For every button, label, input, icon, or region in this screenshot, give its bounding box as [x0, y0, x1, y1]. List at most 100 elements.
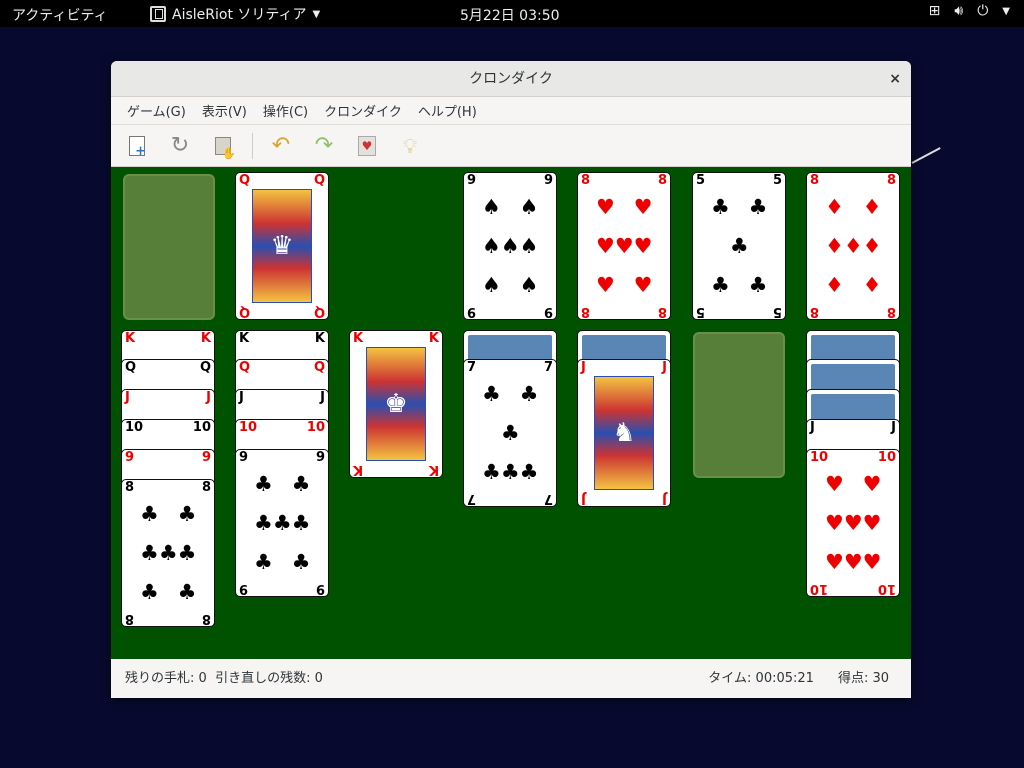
hint-button[interactable]: 💡︎: [396, 132, 424, 160]
stock-slot[interactable]: [123, 174, 215, 320]
card-rank: Q: [313, 304, 325, 319]
app-menu[interactable]: AisleRiot ソリティア ▼: [150, 4, 320, 24]
clock[interactable]: 5月22日 03:50: [460, 5, 560, 25]
card-rank: 5: [696, 173, 706, 188]
toolbar-separator: [252, 132, 253, 159]
undo-button[interactable]: ↶: [267, 132, 295, 160]
menu-game[interactable]: ゲーム(G): [119, 101, 194, 120]
card-rank: K: [428, 331, 439, 346]
chevron-down-icon: ▼: [1002, 5, 1010, 17]
card-rank: 10: [810, 581, 829, 596]
tableau-card-8-clubs[interactable]: 8 8 8 8 ♣ ♣ ♣ ♣ ♣ ♣ ♣: [121, 479, 215, 627]
card-rank: 8: [886, 173, 896, 188]
chevron-down-icon: ▼: [312, 8, 321, 20]
card-rank: 9: [467, 173, 477, 188]
card-rank: J: [581, 491, 586, 506]
score-status: タイム: 00:05:21 得点: 30: [708, 659, 889, 698]
card-pips: ♣ ♣ ♣ ♣ ♣: [711, 194, 768, 298]
select-game-button[interactable]: ♥: [353, 132, 381, 160]
undo-icon: ↶: [271, 133, 291, 158]
redo-button[interactable]: ↷: [310, 132, 338, 160]
toolbar: ↻ ↶ ↷ ♥ 💡︎: [111, 125, 911, 167]
card-rank: K: [125, 331, 136, 346]
network-icon: ⊞: [928, 3, 941, 19]
foundation-8-diamonds[interactable]: 8 8 8 8 ♦ ♦ ♦ ♦ ♦ ♦ ♦: [806, 172, 900, 320]
menu-klondike[interactable]: クロンダイク: [316, 101, 410, 120]
card-rank: 8: [810, 173, 820, 188]
card-rank: 9: [467, 304, 477, 319]
foundation-5-clubs[interactable]: 5 5 5 5 ♣ ♣ ♣ ♣ ♣: [692, 172, 786, 320]
tableau-card-king-diamonds[interactable]: K K K K ♚: [349, 330, 443, 478]
card-rank: J: [662, 360, 667, 375]
pointer-line: [911, 147, 941, 164]
card-pips: ♥ ♥ ♥ ♥ ♥ ♥ ♥: [596, 194, 653, 298]
menu-control[interactable]: 操作(C): [255, 101, 316, 120]
window-title: クロンダイク: [469, 71, 553, 87]
score: 得点: 30: [837, 671, 889, 686]
card-rank: 5: [696, 304, 706, 319]
card-rank: 10: [306, 420, 325, 435]
app-menu-label: AisleRiot ソリティア: [172, 7, 307, 23]
card-rank: K: [239, 331, 250, 346]
card-rank: K: [353, 462, 364, 477]
aisleriot-app-icon: [150, 6, 166, 22]
card-pips: ♣ ♣ ♣ ♣ ♣ ♣ ♣: [254, 471, 311, 575]
card-rank: J: [206, 390, 211, 405]
tableau-card-7-clubs[interactable]: 7 7 7 7 ♣ ♣ ♣ ♣ ♣ ♣: [463, 359, 557, 507]
card-rank: Q: [125, 360, 137, 375]
queen-face-art: ♛: [252, 189, 312, 303]
system-tray[interactable]: ⊞ 🔊︎ ⏻ ▼: [929, 3, 1010, 19]
foundation-8-hearts[interactable]: 8 8 8 8 ♥ ♥ ♥ ♥ ♥ ♥ ♥: [577, 172, 671, 320]
card-rank: J: [581, 360, 586, 375]
card-rank: Q: [239, 304, 251, 319]
card-rank: 9: [201, 450, 211, 465]
card-pips: ♣ ♣ ♣ ♣ ♣ ♣: [482, 381, 539, 485]
card-rank: 10: [192, 420, 211, 435]
tableau-card-jack-diamonds[interactable]: J J J J ♞: [577, 359, 671, 507]
new-game-button[interactable]: [123, 132, 151, 160]
redo-icon: ↷: [314, 133, 334, 158]
restart-icon: ↻: [170, 133, 190, 158]
stock-remaining: 残りの手札: 0: [125, 671, 207, 686]
activities-button[interactable]: アクティビティ: [12, 5, 108, 25]
tableau-card-10-hearts[interactable]: 10 10 10 10 ♥ ♥ ♥ ♥ ♥ ♥ ♥ ♥: [806, 449, 900, 597]
card-rank: 8: [125, 480, 135, 495]
card-rank: Q: [199, 360, 211, 375]
close-icon[interactable]: ×: [889, 61, 901, 97]
menu-help[interactable]: ヘルプ(H): [410, 101, 485, 120]
card-rank: J: [125, 390, 130, 405]
deal-button[interactable]: [209, 132, 237, 160]
gnome-top-bar: アクティビティ AisleRiot ソリティア ▼ 5月22日 03:50 ⊞ …: [0, 0, 1024, 27]
card-rank: K: [428, 462, 439, 477]
tableau-empty-slot[interactable]: [693, 332, 785, 478]
card-rank: 9: [315, 581, 325, 596]
card-rank: 8: [810, 304, 820, 319]
restart-button[interactable]: ↻: [166, 132, 194, 160]
card-rank: Q: [313, 360, 325, 375]
card-rank: 10: [877, 450, 896, 465]
waste-card-queen-hearts[interactable]: Q Q Q Q ♛: [235, 172, 329, 320]
card-rank: 10: [810, 450, 829, 465]
card-rank: 9: [125, 450, 135, 465]
card-rank: J: [320, 390, 325, 405]
card-rank: 8: [125, 611, 135, 626]
card-rank: J: [891, 420, 896, 435]
card-rank: 10: [125, 420, 144, 435]
card-rank: 7: [543, 491, 553, 506]
redeals-remaining: 引き直しの残数: 0: [215, 671, 323, 686]
card-rank: K: [353, 331, 364, 346]
card-pips: ♠ ♠ ♠ ♠ ♠ ♠ ♠: [482, 194, 539, 298]
card-rank: Q: [313, 173, 325, 188]
card-rank: 8: [657, 173, 667, 188]
card-rank: 8: [886, 304, 896, 319]
card-rank: 8: [201, 611, 211, 626]
elapsed-time: タイム: 00:05:21: [708, 671, 814, 686]
card-pips: ♦ ♦ ♦ ♦ ♦ ♦ ♦: [825, 194, 882, 298]
menu-view[interactable]: 表示(V): [194, 101, 255, 120]
foundation-9-spades[interactable]: 9 9 9 9 ♠ ♠ ♠ ♠ ♠ ♠ ♠: [463, 172, 557, 320]
card-rank: 8: [201, 480, 211, 495]
card-rank: Q: [239, 360, 251, 375]
tableau-card-9-clubs[interactable]: 9 9 9 9 ♣ ♣ ♣ ♣ ♣ ♣ ♣: [235, 449, 329, 597]
card-rank: 8: [581, 173, 591, 188]
titlebar: クロンダイク ×: [111, 61, 911, 97]
